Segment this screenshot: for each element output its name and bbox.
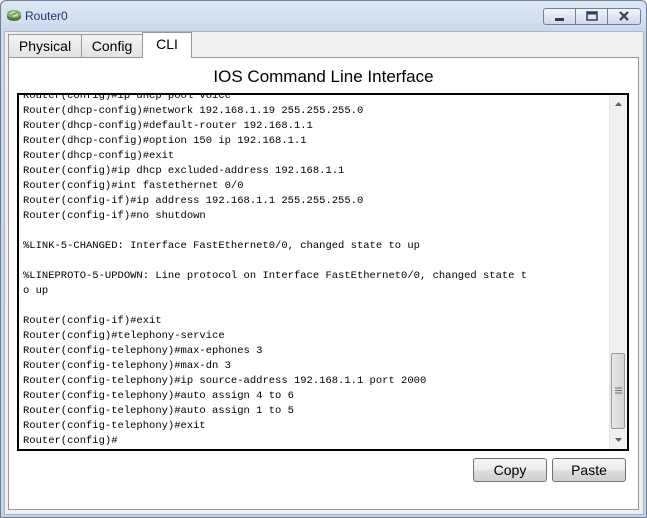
console-line: Router(config-telephony)#max-dn 3 [23,360,231,372]
tab-physical[interactable]: Physical [8,34,82,57]
console-line: Router(dhcp-config)#exit [23,150,175,162]
console-line: Router(config-if)#no shutdown [23,210,206,222]
maximize-icon [586,11,598,21]
paste-button[interactable]: Paste [552,458,626,482]
tab-cli[interactable]: CLI [142,32,192,58]
close-button[interactable] [607,8,641,25]
chevron-down-icon [615,438,622,442]
console-line: %LINK-5-CHANGED: Interface FastEthernet0… [23,240,420,252]
console-line: o up [23,285,49,297]
title-bar[interactable]: Router0 [1,1,646,31]
console-line: Router(config-telephony)#max-ephones 3 [23,345,263,357]
window-client-area: Physical Config CLI IOS Command Line Int… [4,31,644,515]
console-line: Router(config-telephony)#auto assign 4 t… [23,390,294,402]
console-line: Router(dhcp-config)#default-router 192.1… [23,120,313,132]
console-output[interactable]: Router(config)#ip dhcp pool voice Router(… [23,93,608,449]
copy-button[interactable]: Copy [473,458,547,482]
console-line: Router(config-if)#exit [23,315,162,327]
console-line: Router(config)#ip dhcp excluded-address … [23,165,345,177]
cli-panel: IOS Command Line Interface Router(config… [8,57,639,510]
console-line: Router(dhcp-config)#network 192.168.1.19… [23,105,364,117]
console-line: Router(config-if)#ip address 192.168.1.1… [23,195,364,207]
panel-title: IOS Command Line Interface [213,67,434,86]
console-scrollbar[interactable] [609,95,627,449]
close-icon [619,11,629,21]
console-line: %LINEPROTO-5-UPDOWN: Line protocol on In… [23,270,528,282]
chevron-up-icon [615,102,622,106]
router-icon [6,8,22,22]
maximize-button[interactable] [575,8,608,25]
router-window: Router0 Physical Config CLI IOS Command … [0,0,647,518]
minimize-icon [555,18,564,21]
cli-console[interactable]: Router(config)#ip dhcp pool voice Router(… [17,93,629,451]
console-line: Router(config)#int fastethernet 0/0 [23,180,244,192]
console-line: Router(config-telephony)#ip source-addre… [23,375,427,387]
scroll-up-arrow[interactable] [610,95,627,112]
grip-icon [615,387,622,394]
minimize-button[interactable] [543,8,576,25]
tab-config[interactable]: Config [81,34,143,57]
console-line: Router(config)# [23,435,118,447]
window-title: Router0 [25,9,68,23]
console-line: Router(dhcp-config)#option 150 ip 192.16… [23,135,307,147]
console-line: Router(config-telephony)#exit [23,420,206,432]
console-line: Router(config-telephony)#auto assign 1 t… [23,405,294,417]
console-line: Router(config)#telephony-service [23,330,225,342]
scroll-down-arrow[interactable] [610,432,627,449]
console-line: Router(config)#ip dhcp pool voice [23,93,231,102]
scrollbar-thumb[interactable] [611,353,625,429]
